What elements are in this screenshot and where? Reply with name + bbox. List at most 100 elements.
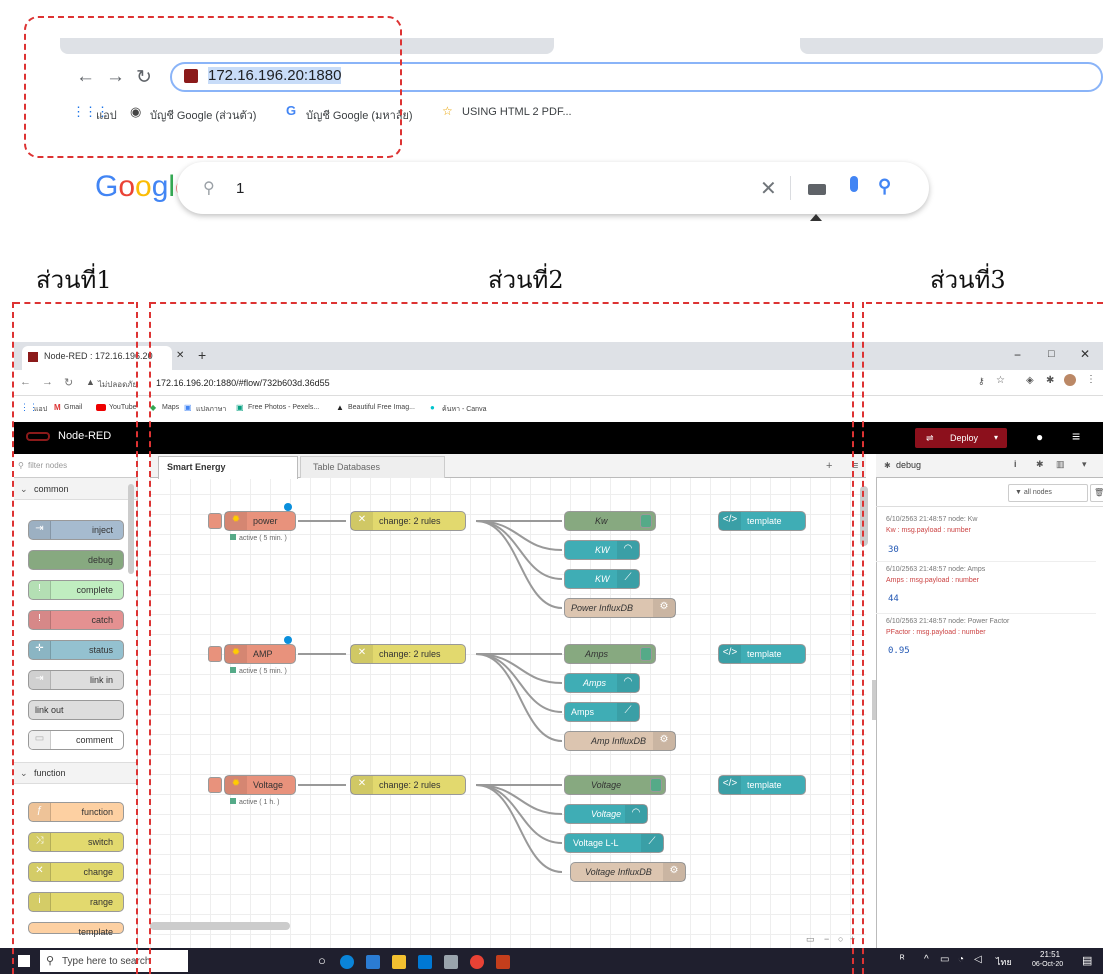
palette-category-function[interactable] (14, 762, 137, 784)
powerpoint-icon[interactable] (496, 955, 510, 969)
notification-icon[interactable]: ▤ (1082, 954, 1092, 967)
clock-date[interactable]: 06-Oct-20 (1032, 961, 1063, 968)
tab-smart-energy[interactable]: Smart Energy (158, 456, 298, 479)
profile-avatar[interactable] (1064, 374, 1076, 386)
flow-node-change[interactable]: ✕ change: 2 rules (350, 511, 466, 531)
flow-node-power[interactable]: ✹ power (224, 511, 296, 531)
flow-node-template[interactable]: </> template (718, 511, 806, 531)
nr-bm-6[interactable]: Beautiful Free Imag... (348, 404, 415, 411)
edge-icon[interactable] (340, 955, 354, 969)
palette-node-change[interactable]: ✕ change (28, 862, 124, 882)
nr-forward-icon[interactable]: → (42, 376, 53, 388)
palette-node-debug[interactable]: debug (28, 550, 124, 570)
palette-node-status[interactable]: ✛ status (28, 640, 124, 660)
keyboard-icon[interactable] (808, 184, 826, 195)
extension-icon[interactable]: ◈ (1026, 375, 1034, 386)
nr-bm-7[interactable]: ค้นหา - Canva (442, 404, 486, 415)
flow-node-amps-chart[interactable]: Amps ⟋ (564, 702, 640, 722)
zoom-reset-icon[interactable]: ○ (838, 934, 843, 944)
debug-value[interactable]: 30 (888, 545, 899, 555)
nr-bm-0[interactable]: แอป (34, 404, 47, 415)
debug-toggle[interactable] (650, 778, 662, 792)
palette-node-switch[interactable]: ⤨ switch (28, 832, 124, 852)
nr-bm-4[interactable]: แปลภาษา (196, 404, 226, 415)
palette-node-template[interactable]: template (28, 922, 124, 937)
palette-node-comment[interactable]: ▭ comment (28, 730, 124, 750)
add-tab-icon[interactable]: + (826, 460, 832, 472)
mic-icon[interactable] (850, 176, 858, 192)
nr-bm-5[interactable]: Free Photos - Pexels... (248, 404, 319, 411)
palette-category-common[interactable] (14, 478, 137, 500)
main-menu-icon[interactable]: ≡ (1072, 428, 1080, 444)
sidebar-menu-icon[interactable]: ▾ (1082, 459, 1087, 470)
flow-node-amps-gauge[interactable]: Amps ◠ (564, 673, 640, 693)
language-indicator[interactable]: ไทย (996, 955, 1012, 969)
inject-button[interactable] (208, 646, 222, 662)
nr-address-url[interactable]: 172.16.196.20:1880/#flow/732b603d.36d55 (156, 378, 330, 388)
flow-node-kw-chart[interactable]: KW ⟋ (564, 569, 640, 589)
palette-node-catch[interactable]: ! catch (28, 610, 124, 630)
volume-icon[interactable]: ◁ (974, 954, 982, 965)
clear-icon[interactable]: ✕ (760, 176, 777, 201)
key-icon[interactable]: ⚷ (978, 376, 985, 387)
nr-bm-2[interactable]: YouTube (109, 404, 137, 411)
store-icon[interactable] (392, 955, 406, 969)
sidebar-resize-handle[interactable] (872, 680, 876, 720)
palette-node-complete[interactable]: ! complete (28, 580, 124, 600)
window-close-icon[interactable]: ✕ (1080, 347, 1090, 361)
flow-node-voltage[interactable]: ✹ Voltage (224, 775, 296, 795)
palette-node-function[interactable]: ƒ function (28, 802, 124, 822)
palette-node-inject[interactable]: ⇥ inject (28, 520, 124, 540)
nr-reload-icon[interactable]: ↻ (64, 376, 73, 389)
flow-node-voltage-ll-chart[interactable]: Voltage L-L ⟋ (564, 833, 664, 853)
palette-node-range[interactable]: i range (28, 892, 124, 912)
nr-bm-3[interactable]: Maps (162, 404, 179, 411)
flow-node-amp[interactable]: ✹ AMP (224, 644, 296, 664)
maximize-icon[interactable]: □ (1048, 348, 1055, 360)
debug-toggle[interactable] (640, 647, 652, 661)
network-icon[interactable]: ◔ (958, 954, 964, 965)
filter-nodes-button[interactable]: ▼ all nodes (1008, 484, 1088, 502)
chrome-icon[interactable] (470, 955, 484, 969)
battery-icon[interactable]: ▭ (940, 954, 949, 965)
debug-value[interactable]: 0.95 (888, 646, 910, 656)
star-icon[interactable]: ☆ (996, 375, 1005, 386)
flow-node-kw-gauge[interactable]: KW ◠ (564, 540, 640, 560)
nr-bm-1[interactable]: Gmail (64, 404, 82, 411)
tray-chevron-icon[interactable]: ^ (924, 954, 929, 965)
puzzle-icon[interactable]: ✱ (1046, 375, 1054, 386)
people-icon[interactable]: ᴿ (900, 954, 905, 965)
tab-close-icon[interactable]: ✕ (176, 350, 184, 361)
palette-filter-input[interactable]: filter nodes (28, 461, 67, 470)
clear-debug-button[interactable]: 🗑 (1090, 484, 1103, 502)
new-tab-icon[interactable]: + (198, 347, 206, 363)
chrome-menu-icon[interactable]: ⋮ (1086, 374, 1096, 385)
flow-node-amp-influxdb[interactable]: Amp InfluxDB ⚙ (564, 731, 676, 751)
palette-node-link-in[interactable]: ⇥ link in (28, 670, 124, 690)
bookmark-html-pdf[interactable]: USING HTML 2 PDF... (462, 106, 572, 118)
info-icon[interactable]: i (1014, 459, 1017, 469)
tab-table-databases[interactable]: Table Databases (300, 456, 445, 478)
deploy-dropdown-icon[interactable]: ▾ (994, 433, 998, 442)
map-icon[interactable]: ▭ (806, 934, 815, 945)
debug-tab-icon[interactable]: ✱ (1036, 459, 1044, 470)
palette-scrollbar[interactable] (128, 484, 134, 574)
zoom-out-icon[interactable]: − (824, 934, 829, 944)
debug-value[interactable]: 44 (888, 594, 899, 604)
flow-node-template[interactable]: </> template (718, 644, 806, 664)
flow-node-template[interactable]: </> template (718, 775, 806, 795)
minimize-icon[interactable]: − (1014, 348, 1021, 362)
google-search-input[interactable]: 1 (236, 180, 244, 197)
mail-icon[interactable] (418, 955, 432, 969)
windows-start-icon[interactable] (18, 955, 30, 967)
flow-node-voltage-influxdb[interactable]: Voltage InfluxDB ⚙ (570, 862, 686, 882)
clock-time[interactable]: 21:51 (1040, 950, 1060, 959)
user-icon[interactable]: ● (1036, 430, 1043, 444)
flow-node-change[interactable]: ✕ change: 2 rules (350, 644, 466, 664)
flow-node-change[interactable]: ✕ change: 2 rules (350, 775, 466, 795)
flow-node-voltage-gauge[interactable]: Voltage ◠ (564, 804, 648, 824)
inject-button[interactable] (208, 777, 222, 793)
inject-button[interactable] (208, 513, 222, 529)
dashboard-icon[interactable]: ▥ (1056, 459, 1065, 470)
nr-back-icon[interactable]: ← (20, 376, 31, 388)
